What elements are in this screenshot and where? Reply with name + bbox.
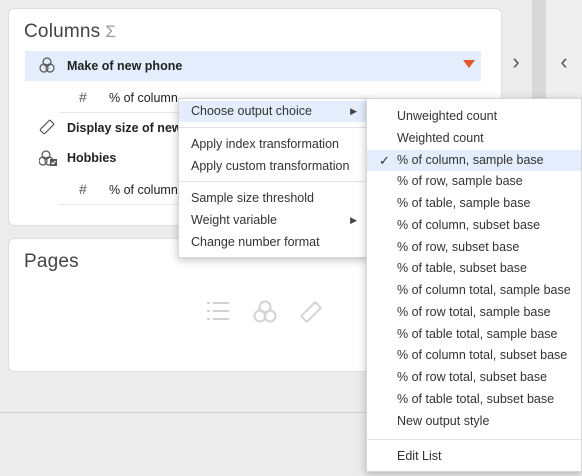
- menu-item-sample-size-threshold[interactable]: Sample size threshold: [179, 188, 367, 209]
- submenu-item-label: Unweighted count: [397, 109, 498, 123]
- menu-item-apply-custom-transformation[interactable]: Apply custom transformation: [179, 156, 367, 177]
- column-subrow-label: % of column, sample b: [109, 90, 183, 105]
- pages-empty-icons: [205, 300, 323, 330]
- menu-item-apply-index-transformation[interactable]: Apply index transformation: [179, 134, 367, 155]
- columns-title-text: Columns: [24, 21, 101, 42]
- column-row-label: Hobbies: [67, 151, 117, 165]
- menu-item-weight-variable[interactable]: Weight variable ▶: [179, 210, 367, 231]
- hash-icon: #: [79, 89, 87, 105]
- menu-separator: [367, 439, 581, 440]
- submenu-item-label: Edit List: [397, 449, 442, 463]
- menu-item-label: Weight variable: [191, 213, 277, 227]
- ruler-icon: [299, 300, 323, 330]
- menu-item-label: Apply index transformation: [191, 137, 339, 151]
- submenu-item-edit-list[interactable]: Edit List: [367, 446, 581, 467]
- submenu-item[interactable]: % of table, sample base: [367, 193, 581, 214]
- menu-item-change-number-format[interactable]: Change number format: [179, 232, 367, 253]
- submenu-item[interactable]: % of table total, subset base: [367, 389, 581, 410]
- output-choice-submenu: Unweighted count Weighted count ✓ % of colu…: [366, 98, 582, 472]
- submenu-item[interactable]: % of column, subset base: [367, 215, 581, 236]
- menu-separator: [179, 127, 367, 128]
- submenu-item[interactable]: Unweighted count: [367, 106, 581, 127]
- venn-icon: [39, 57, 55, 77]
- submenu-item-label: % of table total, subset base: [397, 391, 555, 406]
- submenu-item-label: % of row total, sample base: [397, 304, 551, 319]
- submenu-item-label: % of row, subset base: [397, 239, 520, 254]
- column-row-label: Make of new phone: [67, 59, 183, 73]
- submenu-item-label: % of row total, subset base: [397, 370, 548, 384]
- submenu-item-label: % of column, subset base: [397, 217, 541, 232]
- submenu-item[interactable]: % of row, sample base: [367, 171, 581, 192]
- submenu-item-label: Weighted count: [397, 130, 484, 145]
- submenu-item[interactable]: % of row, subset base: [367, 237, 581, 258]
- chevron-left-icon[interactable]: ‹: [554, 51, 574, 73]
- column-row-hobbies[interactable]: Hobbies: [25, 143, 181, 173]
- menu-item-label: Sample size threshold: [191, 191, 314, 205]
- checkmark-icon: ✓: [379, 152, 390, 168]
- submenu-item[interactable]: % of column total, subset base: [367, 345, 581, 366]
- venn-icon: [253, 300, 277, 330]
- submenu-item[interactable]: % of row total, sample base: [367, 302, 581, 323]
- submenu-item-label: % of column total, sample base: [397, 283, 571, 297]
- menu-separator: [179, 181, 367, 182]
- column-subrow[interactable]: # % of column: [59, 175, 183, 205]
- menu-item-label: Choose output choice: [191, 104, 312, 118]
- menu-item-label: Apply custom transformation: [191, 159, 350, 173]
- ruler-icon: [39, 119, 55, 139]
- submenu-item[interactable]: % of table total, sample base: [367, 324, 581, 345]
- column-row-label: Display size of new p: [67, 121, 181, 135]
- pages-title: Pages: [24, 251, 79, 272]
- submenu-item-label: % of column, sample base: [397, 152, 544, 167]
- column-subrow-label: % of column: [109, 182, 178, 197]
- submenu-item-label: % of table total, sample base: [397, 326, 558, 341]
- filter-icon[interactable]: [463, 60, 475, 68]
- menu-item-choose-output-choice[interactable]: Choose output choice ▶: [179, 101, 367, 122]
- submenu-item[interactable]: % of table, subset base: [367, 258, 581, 279]
- submenu-item-label: % of table, subset base: [397, 261, 527, 276]
- list-icon: [205, 300, 231, 330]
- columns-title: Columns Σ: [24, 21, 116, 43]
- menu-item-label: Change number format: [191, 235, 320, 249]
- submenu-item-label: New output style: [397, 413, 490, 428]
- hash-icon: #: [79, 181, 87, 197]
- column-row-make-of-new-phone[interactable]: Make of new phone: [25, 51, 481, 81]
- submenu-arrow-icon: ▶: [350, 215, 357, 225]
- context-menu: Choose output choice ▶ Apply index trans…: [178, 98, 368, 258]
- submenu-item[interactable]: % of column total, sample base: [367, 280, 581, 301]
- submenu-item[interactable]: ✓ % of column, sample base: [367, 149, 581, 171]
- submenu-arrow-icon: ▶: [350, 106, 357, 116]
- column-subrow[interactable]: # % of column, sample b: [59, 83, 183, 113]
- sigma-icon[interactable]: Σ: [105, 22, 116, 41]
- chevron-right-icon[interactable]: ›: [506, 51, 526, 73]
- submenu-item-label: % of table, sample base: [397, 196, 531, 210]
- submenu-item-label: % of column total, subset base: [397, 348, 568, 363]
- submenu-item[interactable]: Weighted count: [367, 128, 581, 149]
- submenu-item[interactable]: % of row total, subset base: [367, 367, 581, 388]
- submenu-item[interactable]: New output style: [367, 411, 581, 432]
- venn-check-icon: [38, 150, 57, 170]
- submenu-item-label: % of row, sample base: [397, 174, 523, 189]
- column-row-display-size[interactable]: Display size of new p: [25, 113, 181, 143]
